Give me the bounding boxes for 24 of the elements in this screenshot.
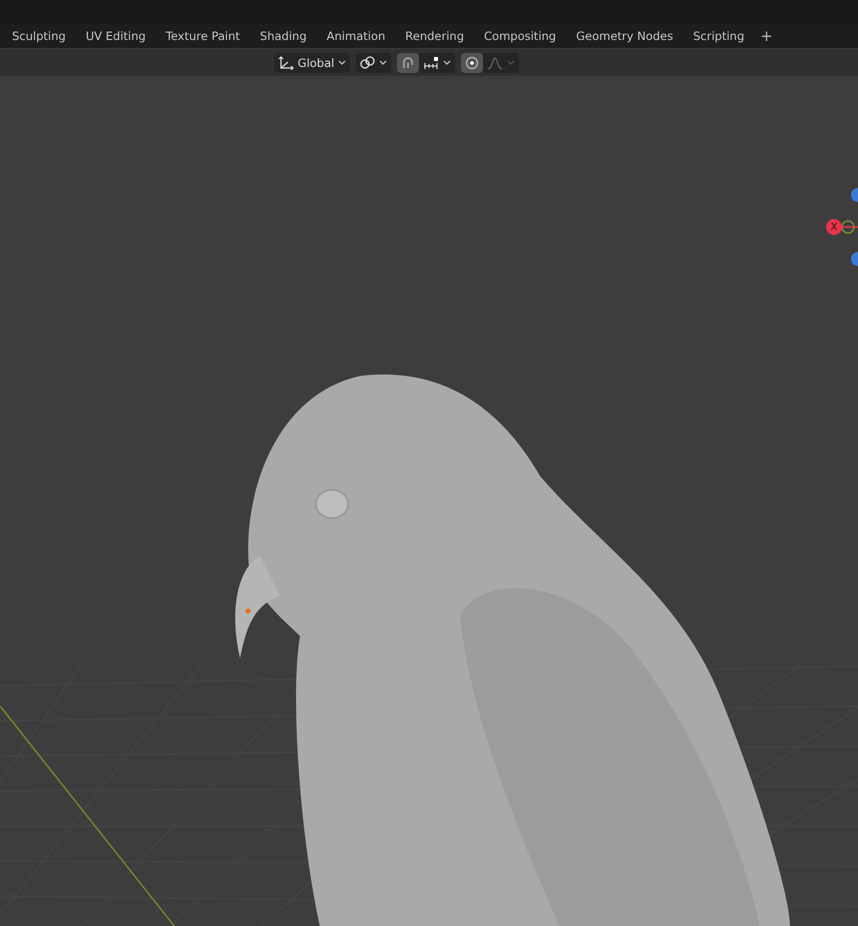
- workspace-tab[interactable]: Shading: [250, 25, 317, 47]
- magnet-icon: [401, 56, 416, 70]
- chevron-icon: [338, 60, 346, 66]
- x-axis-handle[interactable]: X: [826, 219, 842, 235]
- workspace-tab[interactable]: UV Editing: [76, 25, 156, 47]
- workspace-tab[interactable]: Animation: [316, 25, 396, 47]
- workspace-tab[interactable]: Texture Paint: [156, 25, 250, 47]
- workspace-tab[interactable]: Compositing: [474, 25, 566, 47]
- increment-icon: [423, 56, 440, 70]
- chevron-icon: [443, 60, 452, 66]
- workspace-tab[interactable]: Sculpting: [2, 25, 76, 47]
- chevron-icon: [379, 60, 388, 66]
- target-circle-icon: [465, 56, 480, 70]
- falloff-curve-icon: [487, 56, 504, 70]
- axes-icon: [278, 56, 294, 70]
- chevron-icon: [507, 60, 516, 66]
- workspace-tab[interactable]: Rendering: [395, 25, 474, 47]
- workspace-tab[interactable]: Geometry Nodes: [566, 25, 684, 47]
- add-workspace-button[interactable]: +: [754, 27, 779, 45]
- snap-toggle[interactable]: [397, 52, 420, 72]
- workspace-tab[interactable]: Scripting: [683, 25, 754, 47]
- orientation-dropdown[interactable]: Global: [274, 52, 350, 72]
- link-icon: [360, 56, 376, 70]
- proportional-edit-toggle[interactable]: [461, 52, 484, 72]
